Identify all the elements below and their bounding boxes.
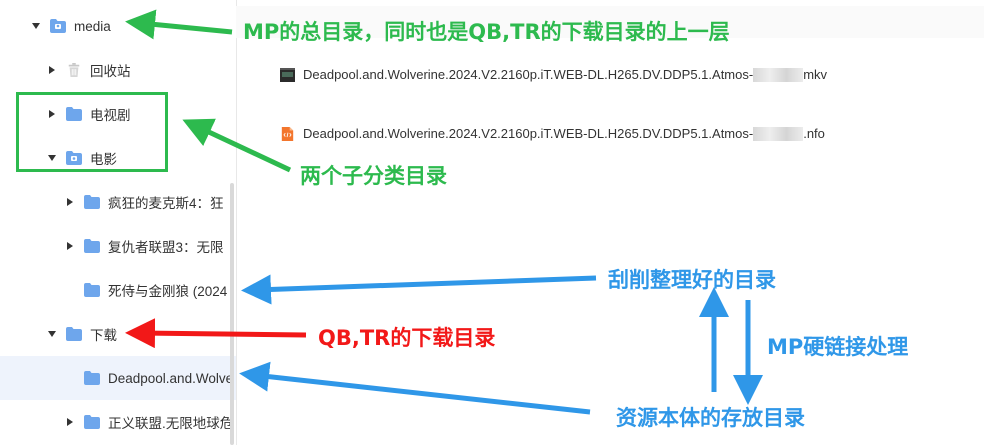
annotation-media: MP的总目录，同时也是QB,TR的下载目录的上一层 (243, 20, 730, 44)
annotation-subcategories: 两个子分类目录 (300, 164, 447, 188)
arrow-source (239, 361, 591, 415)
arrow-subcategories (182, 118, 292, 173)
arrow-download (125, 318, 307, 349)
arrow-media (125, 9, 233, 40)
annotation-source: 资源本体的存放目录 (616, 406, 805, 430)
arrow-organized (241, 274, 597, 305)
annotation-arrows (125, 9, 763, 415)
annotation-organized: 刮削整理好的目录 (608, 268, 776, 292)
annotation-download: QB,TR的下载目录 (318, 326, 496, 350)
annotation-hardlink: MP硬链接处理 (767, 335, 909, 359)
